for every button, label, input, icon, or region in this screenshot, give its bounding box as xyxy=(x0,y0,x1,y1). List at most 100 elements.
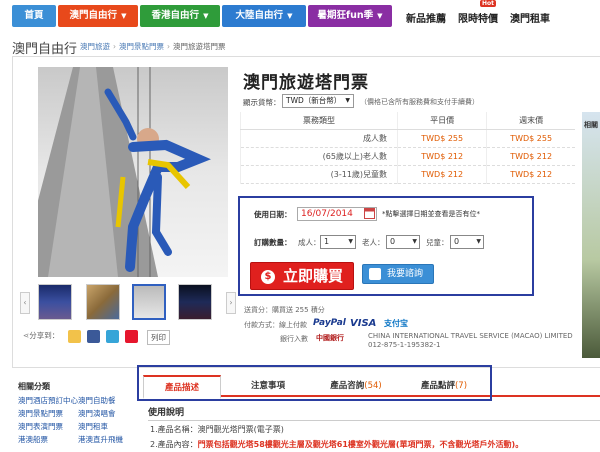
row-weekday-price: TWD$ 212 xyxy=(397,147,487,166)
child-label: 兒童： xyxy=(426,238,449,247)
chevron-right-icon[interactable]: › xyxy=(226,292,236,314)
category-link[interactable]: 澳門表演門票 xyxy=(18,421,63,432)
thumbnail[interactable] xyxy=(178,284,212,320)
currency-select[interactable]: TWD（新台幣） ▼ xyxy=(282,94,354,108)
row-weekend-price: TWD$ 212 xyxy=(486,147,575,166)
usage-prefix: 2.產品內容： xyxy=(150,440,198,449)
alipay-logo: 支付宝 xyxy=(384,319,408,328)
product-main-image xyxy=(38,67,228,277)
thumbnail[interactable] xyxy=(38,284,72,320)
usage-highlight: 門票包括觀光塔58樓觀光主層及觀光塔61樓室外觀光層(單項門票，不含觀光塔戶外活… xyxy=(197,440,524,449)
crumb-macau-travel[interactable]: 澳門旅遊 xyxy=(80,42,110,51)
dollar-icon: $ xyxy=(261,270,275,284)
bank-transfer-label: 銀行入數 xyxy=(280,335,308,343)
nav-home[interactable]: 首頁 xyxy=(12,5,56,27)
inquiry-label: 我要諮詢 xyxy=(387,269,424,279)
payment-methods: 付款方式：線上付款 xyxy=(244,321,307,329)
product-title: 澳門旅遊塔門票 xyxy=(243,73,369,93)
nav-hongkong[interactable]: 香港自由行 ▼ xyxy=(140,5,220,27)
chevron-down-icon: ▼ xyxy=(412,238,417,245)
weibo-icon[interactable] xyxy=(125,330,138,343)
chevron-down-icon: ▼ xyxy=(476,238,481,245)
side-label: 相關 xyxy=(584,121,598,129)
senior-label: 老人： xyxy=(362,238,385,247)
row-type: (3-11歲)兒童數 xyxy=(239,165,398,184)
nav-summer[interactable]: 暑期狂fun季 ▼ xyxy=(308,5,392,27)
senior-value: 0 xyxy=(390,237,396,246)
header-weekend: 週末價 xyxy=(486,112,575,130)
category-title: 相關分類 xyxy=(18,382,50,391)
chevron-left-icon[interactable]: ‹ xyxy=(20,292,30,314)
bank-logo: 中國銀行 xyxy=(316,334,344,342)
booking-box: 使用日期： 16/07/2014 *點擊選擇日期並查看是否有位* 訂購數量： 成… xyxy=(238,196,534,296)
currency-label: 顯示貨幣： xyxy=(243,98,281,107)
adult-value: 1 xyxy=(324,237,330,246)
print-button[interactable]: 列印 xyxy=(147,330,170,345)
breadcrumb: 澳門旅遊 › 澳門景點門票 › 澳門旅遊塔門票 xyxy=(80,41,226,52)
chevron-down-icon: ▼ xyxy=(203,12,209,20)
currency-value: TWD（新台幣） xyxy=(286,96,342,105)
adult-select[interactable]: 1 ▼ xyxy=(320,235,356,249)
email-icon[interactable] xyxy=(68,330,81,343)
share-label: ⋖分享到： xyxy=(23,330,59,341)
usage-title: 使用說明 xyxy=(148,405,600,421)
chevron-down-icon: ▼ xyxy=(121,12,127,20)
category-link[interactable]: 港澳船票 xyxy=(18,434,48,445)
nav-china-label: 大陸自由行 xyxy=(235,10,284,21)
date-label: 使用日期： xyxy=(254,210,292,219)
buy-now-label: 立即購買 xyxy=(283,267,344,285)
chevron-down-icon: ▼ xyxy=(287,12,293,20)
row-weekend-price: TWD$ 255 xyxy=(486,129,575,148)
thumbnail[interactable] xyxy=(86,284,120,320)
chevron-down-icon: ▼ xyxy=(345,97,350,104)
date-note: *點擊選擇日期並查看是否有位* xyxy=(382,210,480,218)
currency-note: （價格已含所有服務費和支付手續費） xyxy=(360,98,479,106)
nav-carrental[interactable]: 澳門租車 xyxy=(510,10,550,25)
category-link[interactable]: 澳門酒店預訂中心 xyxy=(18,395,78,406)
chevron-down-icon: ▼ xyxy=(377,12,383,20)
row-weekend-price: TWD$ 212 xyxy=(486,165,575,184)
category-link[interactable]: 澳門租車 xyxy=(78,421,108,432)
table-row: (65歲以上)老人數 TWD$ 212 TWD$ 212 xyxy=(239,147,575,166)
buy-now-button[interactable]: $ 立即購買 xyxy=(250,262,354,290)
visa-logo: VISA xyxy=(350,318,377,329)
crumb-sep: › xyxy=(113,42,116,51)
hot-badge: Hot xyxy=(480,0,497,7)
nav-new[interactable]: 新品推薦 xyxy=(406,10,446,25)
qty-label: 訂購數量： xyxy=(254,238,292,247)
page-title: 澳門自由行 xyxy=(12,42,78,57)
facebook-icon[interactable] xyxy=(87,330,100,343)
calendar-icon[interactable] xyxy=(364,207,375,219)
category-link[interactable]: 澳門自助餐 xyxy=(78,395,116,406)
nav-special[interactable]: 限時特價 xyxy=(458,10,498,25)
row-type: (65歲以上)老人數 xyxy=(239,147,398,166)
nav-summer-label: 暑期狂fun季 xyxy=(317,10,374,21)
chevron-down-icon: ▼ xyxy=(348,238,353,245)
crumb-attractions[interactable]: 澳門景點門票 xyxy=(119,42,164,51)
usage-line: 2.產品內容：門票包括觀光塔58樓觀光主層及觀光塔61樓室外觀光層(單項門票，不… xyxy=(150,439,523,450)
twitter-icon[interactable] xyxy=(106,330,119,343)
nav-macau[interactable]: 澳門自由行 ▼ xyxy=(58,5,138,27)
thumbnail-selected[interactable] xyxy=(132,284,166,320)
senior-select[interactable]: 0 ▼ xyxy=(386,235,420,249)
category-link[interactable]: 澳門演唱會 xyxy=(78,408,116,419)
category-link[interactable]: 澳門景點門票 xyxy=(18,408,63,419)
share-text: 分享到： xyxy=(29,331,60,340)
top-nav: 首頁 澳門自由行 ▼ 香港自由行 ▼ 大陸自由行 ▼ 暑期狂fun季 ▼ 新品推薦 限時… xyxy=(0,0,600,33)
nav-hongkong-label: 香港自由行 xyxy=(151,10,200,21)
shipping-points: 送貨分：購買送 255 積分 xyxy=(244,306,325,314)
nav-macau-label: 澳門自由行 xyxy=(69,10,118,21)
nav-china[interactable]: 大陸自由行 ▼ xyxy=(222,5,306,27)
child-value: 0 xyxy=(454,237,460,246)
inquiry-button[interactable]: 我要諮詢 xyxy=(362,264,434,284)
side-image xyxy=(582,112,600,358)
child-select[interactable]: 0 ▼ xyxy=(450,235,484,249)
category-link[interactable]: 港澳直升飛機 xyxy=(78,434,123,445)
header-type: 票務類型 xyxy=(239,112,398,130)
person-icon xyxy=(369,268,381,280)
nav-home-label: 首頁 xyxy=(24,10,44,21)
crumb-sep: › xyxy=(167,42,170,51)
price-table: 票務類型 平日價 週末價 成人數 TWD$ 255 TWD$ 255 (65歲以… xyxy=(239,112,575,184)
tabs-highlight xyxy=(137,365,492,401)
row-weekday-price: TWD$ 255 xyxy=(397,129,487,148)
